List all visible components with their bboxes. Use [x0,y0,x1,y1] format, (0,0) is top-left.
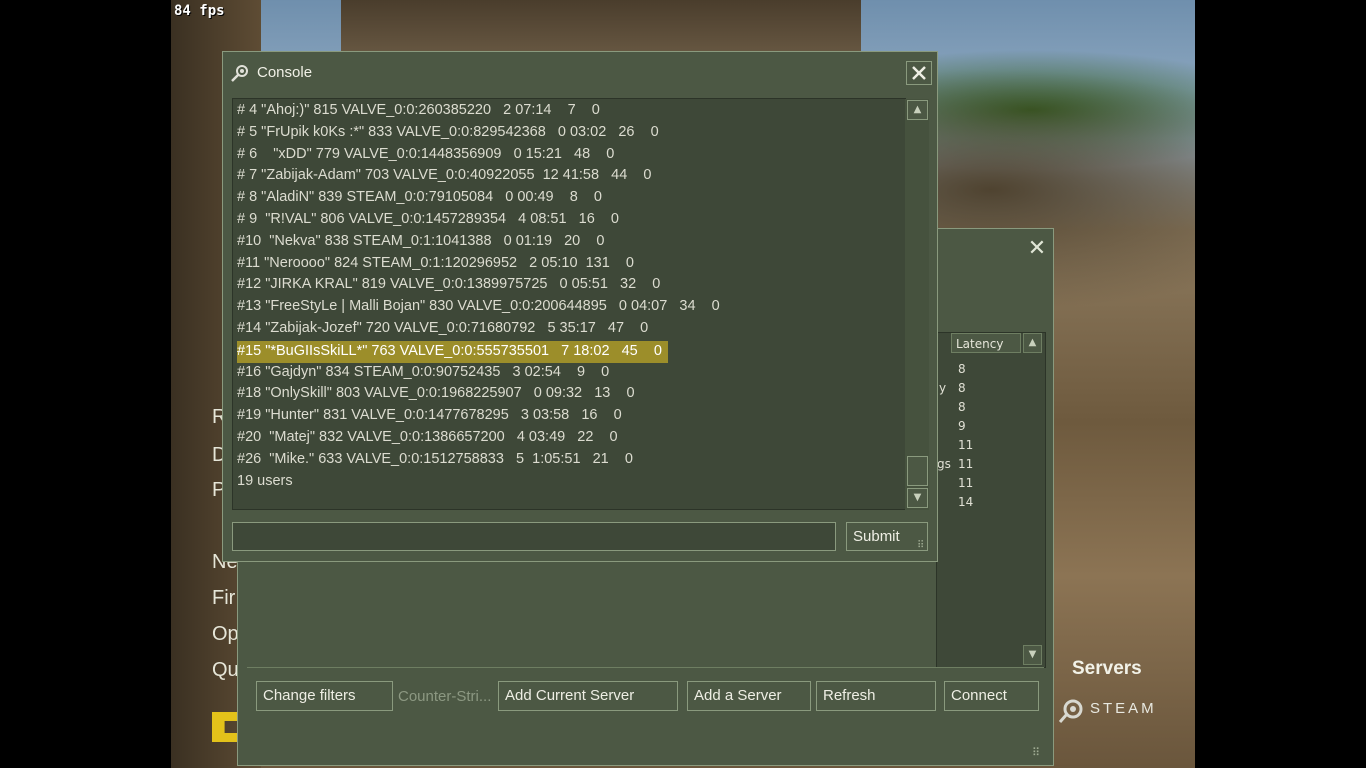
latency-cell: 14 [958,495,974,509]
fps-counter: 84 fps [174,3,225,19]
main-menu-item-quit[interactable]: Qu [212,659,239,682]
console-lines: # 4 "Ahoj:)" 815 VALVE_0:0:260385220 2 0… [237,100,720,492]
console-line: #20 "Matej" 832 VALVE_0:0:1386657200 4 0… [237,428,618,445]
latency-cell: 11 [958,457,974,471]
console-line: # 6 "xDD" 779 VALVE_0:0:1448356909 0 15:… [237,145,615,162]
console-line: #26 "Mike." 633 VALVE_0:0:1512758833 5 1… [237,450,633,467]
console-line: # 5 "FrUpik k0Ks :*" 833 VALVE_0:0:82954… [237,123,659,140]
main-menu-item-find-servers[interactable]: Fir [212,587,235,610]
console-line: #18 "OnlySkill" 803 VALVE_0:0:1968225907… [237,385,635,402]
latency-column-header[interactable]: Latency [951,333,1021,353]
close-icon [912,66,926,80]
console-command-input[interactable] [232,522,836,551]
change-filters-button[interactable]: Change filters [256,681,393,711]
console-close-button[interactable] [906,61,932,85]
scroll-up-icon[interactable]: ▲ [907,100,928,120]
latency-cell: 11 [958,438,974,452]
latency-values: 8 8 8 9 11 11 11 14 [958,360,973,512]
server-name-fragment: gs [937,457,951,471]
console-line: 19 users [237,472,293,489]
latency-cell: 8 [958,362,966,376]
latency-cell: 8 [958,381,966,395]
latency-cell: 8 [958,400,966,414]
game-filter-label: Counter-Stri... [398,688,492,705]
refresh-button[interactable]: Refresh [816,681,936,711]
steam-icon [231,65,248,82]
server-list[interactable] [936,332,1046,668]
console-line: # 8 "AladiN" 839 STEAM_0:0:79105084 0 00… [237,189,602,206]
latency-cell: 9 [958,419,966,433]
console-line: #14 "Zabijak-Jozef" 720 VALVE_0:0:716807… [237,319,649,336]
console-line: #11 "Neroooo" 824 STEAM_0:1:120296952 2 … [237,254,634,271]
scroll-thumb[interactable] [907,456,928,486]
server-name-fragment: y [939,381,947,395]
console-title: Console [257,64,313,81]
server-list-scroll-down-icon[interactable]: ▼ [1023,645,1042,665]
console-line: #12 "JIRKA KRAL" 819 VALVE_0:0:138997572… [237,276,661,293]
resize-grip-icon[interactable]: ⠿ [917,540,924,551]
console-line: #13 "FreeStyLe | Malli Bojan" 830 VALVE_… [237,298,720,315]
connect-button[interactable]: Connect [944,681,1039,711]
add-current-server-button[interactable]: Add Current Server [498,681,678,711]
console-line: #10 "Nekva" 838 STEAM_0:1:1041388 0 01:1… [237,232,605,249]
console-line: # 7 "Zabijak-Adam" 703 VALVE_0:0:4092205… [237,167,652,184]
server-browser-close-icon[interactable]: ✕ [1026,238,1048,260]
servers-label: Servers [1072,658,1142,679]
add-server-button[interactable]: Add a Server [687,681,811,711]
console-line-highlighted: #15 "*BuGIIsSkiLL*" 763 VALVE_0:0:555735… [237,340,668,363]
console-line: #19 "Hunter" 831 VALVE_0:0:1477678295 3 … [237,407,622,424]
steam-icon [1058,699,1083,723]
submit-button[interactable]: Submit [846,522,928,551]
console-line: #16 "Gajdyn" 834 STEAM_0:0:90752435 3 02… [237,363,610,380]
scroll-down-icon[interactable]: ▼ [907,488,928,508]
resize-grip-icon[interactable]: ⠿ [1032,746,1040,759]
server-list-scroll-up-icon[interactable]: ▲ [1023,333,1042,353]
steam-label: STEAM [1090,700,1157,717]
main-menu-item-options[interactable]: Op [212,623,239,646]
console-scrollbar[interactable] [905,99,929,510]
console-line: # 4 "Ahoj:)" 815 VALVE_0:0:260385220 2 0… [237,102,600,118]
console-output[interactable]: # 4 "Ahoj:)" 815 VALVE_0:0:260385220 2 0… [232,98,906,510]
latency-cell: 11 [958,476,974,490]
console-line: # 9 "R!VAL" 806 VALVE_0:0:1457289354 4 0… [237,210,619,227]
